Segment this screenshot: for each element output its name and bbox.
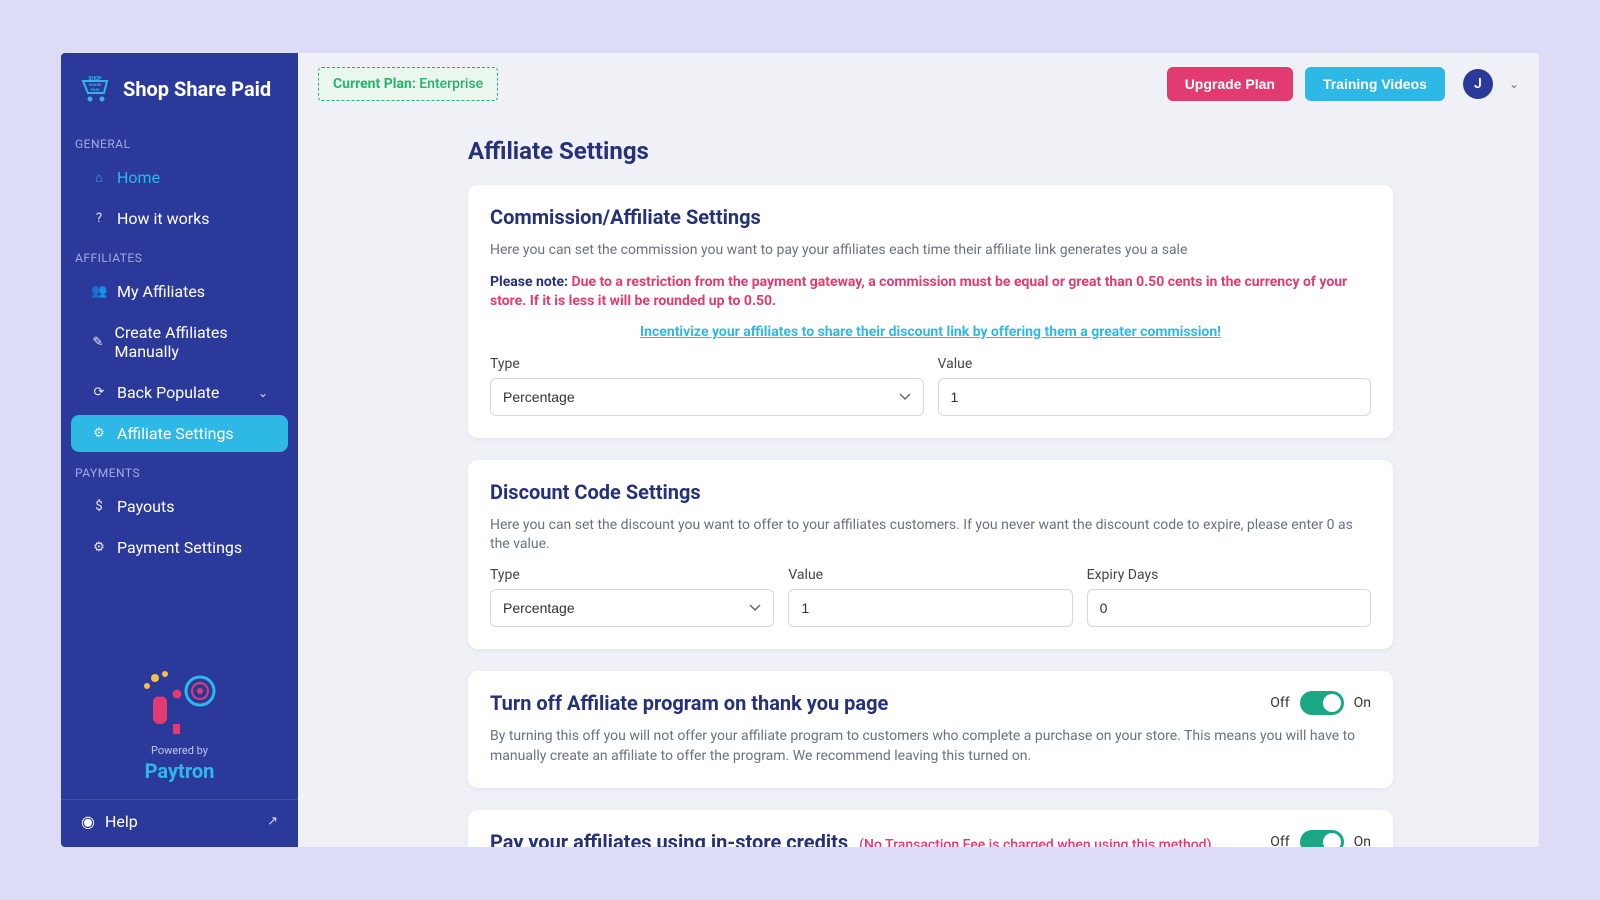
nav-label: How it works [117, 209, 210, 228]
card-title: Commission/Affiliate Settings [490, 205, 1371, 229]
plan-label: Current Plan [333, 76, 412, 92]
pn-body: Due to a restriction from the payment ga… [490, 274, 1347, 310]
title-note: (No Transaction Fee is charged when usin… [859, 837, 1211, 847]
users-icon: 👥 [91, 284, 107, 299]
card-title: Pay your affiliates using in-store credi… [490, 830, 1260, 847]
nav-help[interactable]: ◉ Help ↗ [61, 799, 298, 847]
nav-home[interactable]: ⌂ Home [71, 159, 288, 196]
thank-you-toggle[interactable] [1300, 691, 1344, 715]
nav-label: My Affiliates [117, 282, 205, 301]
nav-how-it-works[interactable]: ? How it works [71, 200, 288, 237]
page-title: Affiliate Settings [468, 137, 1393, 165]
pn-label: Please note: [490, 274, 568, 290]
store-credit-toggle[interactable] [1300, 830, 1344, 847]
avatar[interactable]: J [1463, 69, 1493, 99]
logo[interactable]: SHOP SHARE PAID Shop Share Paid [61, 53, 298, 125]
edit-icon: ✎ [91, 335, 105, 350]
illustration [61, 656, 298, 744]
expiry-label: Expiry Days [1087, 567, 1371, 583]
nav-back-populate[interactable]: ⟳ Back Populate ⌄ [71, 374, 288, 411]
nav-affiliate-settings[interactable]: ⚙ Affiliate Settings [71, 415, 288, 452]
commission-type-select[interactable]: Percentage [490, 378, 924, 416]
nav-label: Create Affiliates Manually [115, 323, 268, 361]
powered-by: Powered by [61, 744, 298, 759]
content: Affiliate Settings Commission/Affiliate … [298, 115, 1539, 847]
nav-payouts[interactable]: $ Payouts [71, 488, 288, 525]
nav-label: Affiliate Settings [117, 424, 234, 443]
discount-expiry-input[interactable] [1087, 589, 1371, 627]
sync-icon: ⟳ [91, 385, 107, 400]
nav-label: Help [105, 812, 138, 831]
training-videos-button[interactable]: Training Videos [1305, 67, 1445, 101]
nav-label: Payouts [117, 497, 174, 516]
nav-label: Home [117, 168, 160, 187]
chevron-down-icon[interactable]: ⌄ [1509, 77, 1519, 91]
nav-label: Payment Settings [117, 538, 242, 557]
card-desc: Here you can set the commission you want… [490, 241, 1371, 261]
incentivize-link[interactable]: Incentivize your affiliates to share the… [490, 324, 1371, 340]
off-label: Off [1270, 834, 1289, 847]
dollar-icon: $ [91, 499, 107, 514]
external-link-icon: ↗ [267, 814, 278, 829]
title-text: Pay your affiliates using in-store credi… [490, 830, 848, 847]
sidebar: SHOP SHARE PAID Shop Share Paid GENERAL … [61, 53, 298, 847]
gear-icon: ⚙ [91, 540, 107, 555]
card-title: Discount Code Settings [490, 480, 1371, 504]
section-payments: PAYMENTS [61, 454, 298, 486]
logo-icon: SHOP SHARE PAID [77, 71, 113, 107]
please-note: Please note: Due to a restriction from t… [490, 273, 1371, 312]
topbar: Current Plan: Enterprise Upgrade Plan Tr… [298, 53, 1539, 115]
commission-value-input[interactable] [938, 378, 1372, 416]
discount-value-input[interactable] [788, 589, 1072, 627]
discount-code-card: Discount Code Settings Here you can set … [468, 460, 1393, 649]
help-icon: ◉ [81, 812, 95, 831]
type-label: Type [490, 356, 924, 372]
plan-value: Enterprise [419, 76, 483, 92]
on-label: On [1354, 695, 1371, 711]
on-label: On [1354, 834, 1371, 847]
nav-my-affiliates[interactable]: 👥 My Affiliates [71, 273, 288, 310]
paytron-brand: Paytron [61, 759, 298, 799]
section-affiliates: AFFILIATES [61, 239, 298, 271]
nav-label: Back Populate [117, 383, 219, 402]
off-label: Off [1270, 695, 1289, 711]
home-icon: ⌂ [91, 170, 107, 186]
thank-you-toggle-card: Turn off Affiliate program on thank you … [468, 671, 1393, 788]
value-label: Value [788, 567, 1072, 583]
card-desc: Here you can set the discount you want t… [490, 516, 1371, 555]
svg-text:PAID: PAID [91, 87, 100, 92]
card-title: Turn off Affiliate program on thank you … [490, 691, 1260, 715]
logo-text: Shop Share Paid [123, 77, 271, 101]
type-label: Type [490, 567, 774, 583]
payment-method-card: Pay your affiliates using in-store credi… [468, 810, 1393, 847]
nav-payment-settings[interactable]: ⚙ Payment Settings [71, 529, 288, 566]
gears-icon: ⚙ [91, 426, 107, 441]
card-desc: By turning this off you will not offer y… [490, 727, 1371, 766]
upgrade-plan-button[interactable]: Upgrade Plan [1167, 67, 1293, 101]
discount-type-select[interactable]: Percentage [490, 589, 774, 627]
question-icon: ? [91, 211, 107, 226]
current-plan-badge: Current Plan: Enterprise [318, 67, 498, 101]
chevron-down-icon: ⌄ [258, 386, 268, 400]
commission-settings-card: Commission/Affiliate Settings Here you c… [468, 185, 1393, 438]
section-general: GENERAL [61, 125, 298, 157]
nav-create-affiliates[interactable]: ✎ Create Affiliates Manually [71, 314, 288, 370]
value-label: Value [938, 356, 1372, 372]
